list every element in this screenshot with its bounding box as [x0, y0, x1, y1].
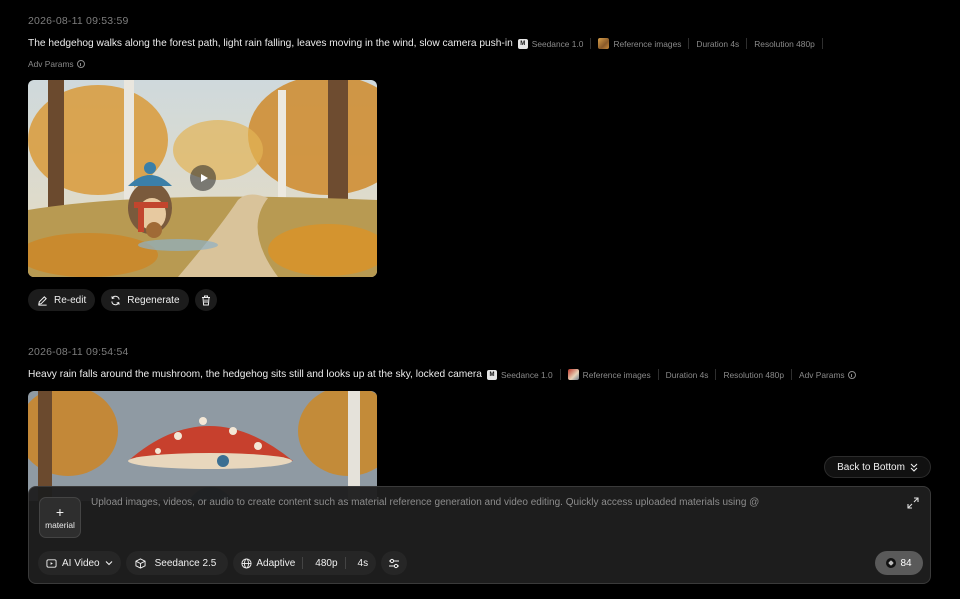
prompt-input[interactable]: Upload images, videos, or audio to creat…: [91, 497, 759, 508]
video-mode-icon: [46, 558, 57, 568]
meta-reference-label: Reference images: [582, 369, 651, 380]
credits-badge[interactable]: 84: [875, 551, 923, 575]
video-preview[interactable]: [28, 80, 377, 277]
meta-model: M Seedance 1.0: [517, 38, 592, 49]
entry-meta: M Seedance 1.0 Reference images Duration …: [517, 38, 837, 49]
refresh-icon: [111, 295, 120, 305]
entry-prompt-line: Heavy rain falls around the mushroom, th…: [28, 369, 863, 380]
model-badge-icon: M: [517, 38, 528, 49]
credit-coin-icon: [886, 558, 897, 568]
globe-icon: [241, 557, 252, 569]
adv-params-link[interactable]: Adv Params: [28, 59, 85, 69]
reedit-button[interactable]: Re-edit: [28, 289, 96, 311]
output-settings[interactable]: Adaptive 480p 4s: [233, 551, 377, 575]
add-material-button[interactable]: + material: [39, 497, 81, 538]
meta-resolution: Resolution 480p: [747, 38, 823, 49]
entry-prompt: The hedgehog walks along the forest path…: [28, 38, 513, 49]
meta-reference[interactable]: Reference images: [591, 38, 690, 49]
meta-resolution: Resolution 480p: [716, 369, 792, 380]
regenerate-label: Regenerate: [127, 294, 180, 306]
entry-prompt: Heavy rain falls around the mushroom, th…: [28, 369, 482, 380]
meta-divider-end: [823, 38, 837, 49]
meta-reference[interactable]: Reference images: [561, 369, 659, 380]
trash-icon: [201, 295, 210, 305]
double-chevron-down-icon: [910, 463, 918, 472]
video-thumbnail-mushroom: [28, 391, 377, 501]
reedit-label: Re-edit: [54, 294, 87, 306]
meta-model-label: Seedance 1.0: [500, 369, 553, 380]
meta-model-label: Seedance 1.0: [531, 38, 584, 49]
credits-count: 84: [900, 557, 912, 569]
adv-params-link[interactable]: Adv Params: [792, 369, 863, 380]
cube-icon: [135, 557, 146, 569]
add-material-label: material: [45, 519, 75, 530]
mode-select[interactable]: AI Video: [38, 551, 121, 575]
entry-timestamp: 2026-08-11 09:54:54: [28, 346, 129, 358]
plus-icon: +: [55, 503, 65, 520]
info-icon: [847, 370, 856, 379]
resolution-setting[interactable]: 480p: [308, 557, 346, 569]
model-label: Seedance 2.5: [154, 557, 217, 569]
delete-button[interactable]: [194, 289, 217, 311]
sliders-icon: [389, 558, 400, 568]
composer-toolbar: AI Video Seedance 2.5 Adaptive 480p 4s: [38, 551, 408, 575]
prompt-composer: + material Upload images, videos, or aud…: [28, 486, 931, 584]
video-preview[interactable]: [28, 391, 377, 501]
meta-reference-label: Reference images: [613, 38, 682, 49]
regenerate-button[interactable]: Regenerate: [101, 289, 189, 311]
reference-thumbnail: [567, 369, 579, 380]
reference-thumbnail: [598, 38, 610, 49]
entry-timestamp: 2026-08-11 09:53:59: [28, 15, 129, 27]
pencil-icon: [38, 295, 47, 306]
ratio-setting[interactable]: Adaptive: [241, 557, 304, 569]
expand-icon[interactable]: [907, 497, 919, 509]
info-icon: [76, 60, 85, 68]
settings-button[interactable]: [381, 551, 408, 575]
back-to-bottom-label: Back to Bottom: [837, 461, 905, 473]
entry-actions: Re-edit Regenerate: [28, 289, 217, 311]
meta-model: M Seedance 1.0: [486, 369, 561, 380]
entry-meta: M Seedance 1.0 Reference images Duration …: [486, 369, 863, 380]
entry-prompt-line: The hedgehog walks along the forest path…: [28, 38, 837, 49]
model-select[interactable]: Seedance 2.5: [125, 551, 229, 575]
play-icon[interactable]: [190, 165, 216, 191]
meta-duration: Duration 4s: [659, 369, 717, 380]
model-badge-icon: M: [486, 369, 497, 380]
adv-params-label: Adv Params: [28, 59, 74, 69]
back-to-bottom-button[interactable]: Back to Bottom: [824, 456, 931, 478]
duration-setting[interactable]: 4s: [351, 557, 369, 569]
chevron-down-icon: [105, 561, 113, 566]
ratio-label: Adaptive: [256, 557, 296, 569]
meta-duration: Duration 4s: [689, 38, 748, 49]
mode-label: AI Video: [62, 557, 100, 569]
adv-params-label: Adv Params: [799, 369, 845, 380]
